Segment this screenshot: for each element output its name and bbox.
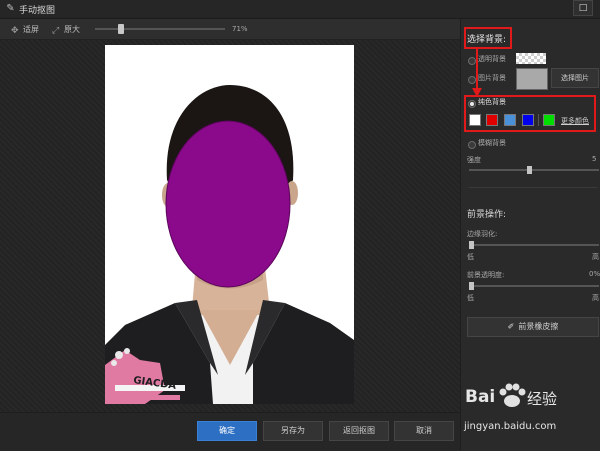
strength-slider-handle[interactable] (526, 166, 532, 174)
brand-wordmark: Bai (465, 387, 496, 407)
swatch-green[interactable] (543, 114, 555, 126)
fit-screen-icon: ✥ (11, 26, 19, 36)
paw-logo-icon (499, 383, 526, 407)
brand-jingyan: 经验 (527, 390, 558, 408)
fit-screen-button[interactable]: ✥ 适屏 (11, 24, 39, 36)
expand-icon: ⤢ (52, 26, 60, 36)
foreground-eraser-button[interactable]: ✐ 前景橡皮擦 (467, 317, 599, 337)
strength-label: 强度 (467, 156, 481, 164)
eraser-icon: ✐ (507, 322, 515, 331)
solid-bg-label: 纯色背景 (478, 98, 506, 106)
watermark-url: jingyan.baidu.com (464, 421, 557, 432)
strength-slider[interactable] (469, 166, 599, 174)
swatch-white[interactable] (469, 114, 481, 126)
eraser-label: 前景橡皮擦 (518, 322, 559, 331)
zoom-slider-handle[interactable] (117, 24, 124, 34)
opacity-value: 0% (589, 270, 600, 278)
restore-button[interactable]: □ (573, 0, 593, 16)
feather-slider[interactable] (469, 241, 599, 249)
feather-high-label: 高 (592, 253, 599, 261)
save-as-button[interactable]: 另存为 (263, 421, 323, 441)
settings-panel: 选择背景: 透明背景 图片背景 选择图片 纯色背景 更多颜色 模糊背景 强度 5… (460, 19, 600, 450)
choose-image-button[interactable]: 选择图片 (551, 68, 599, 88)
fit-screen-label: 适屏 (23, 25, 39, 34)
background-section-title: 选择背景: (467, 35, 507, 45)
opacity-high-label: 高 (592, 294, 599, 302)
title-bar: ✎ 手动抠图 □ (0, 0, 600, 19)
feather-slider-handle[interactable] (469, 241, 474, 249)
opacity-label: 前景透明度: (467, 271, 505, 279)
confirm-button[interactable]: 确定 (197, 421, 257, 441)
portrait-image: GIACDA (105, 85, 354, 404)
swatch-divider (538, 114, 539, 126)
opacity-slider[interactable] (469, 282, 599, 290)
radio-blur-bg[interactable] (468, 141, 476, 149)
annotation-arrow-icon (472, 48, 482, 97)
swatch-blue[interactable] (522, 114, 534, 126)
restore-icon: □ (578, 3, 588, 13)
panel-divider (469, 187, 597, 188)
transparent-preview (516, 53, 546, 64)
window-title: 手动抠图 (19, 6, 56, 16)
feather-low-label: 低 (467, 253, 474, 261)
original-size-button[interactable]: ⤢ 原大 (52, 24, 80, 36)
pin-icon: ✎ (6, 3, 15, 14)
foreground-section-title: 前景操作: (467, 210, 507, 220)
zoom-slider[interactable] (95, 24, 225, 34)
cancel-button[interactable]: 取消 (394, 421, 454, 441)
image-bg-preview (516, 68, 548, 90)
view-toolbar: ✥ 适屏 ⤢ 原大 (0, 19, 460, 40)
blur-bg-label: 模糊背景 (478, 139, 506, 147)
back-to-cutout-button[interactable]: 返回抠图 (329, 421, 389, 441)
photo-preview[interactable]: GIACDA (105, 45, 354, 404)
original-size-label: 原大 (64, 25, 80, 34)
zoom-value: 71% (232, 25, 248, 33)
radio-solid-bg[interactable] (468, 100, 476, 108)
swatch-red[interactable] (486, 114, 498, 126)
feather-label: 边缘羽化: (467, 230, 498, 238)
opacity-slider-handle[interactable] (469, 282, 474, 290)
opacity-low-label: 低 (467, 294, 474, 302)
swatch-lightblue[interactable] (504, 114, 516, 126)
strength-value: 5 (592, 155, 597, 163)
more-colors-link[interactable]: 更多颜色 (561, 116, 589, 126)
baidu-watermark: Bai 经验 jingyan.baidu.com (461, 381, 600, 441)
